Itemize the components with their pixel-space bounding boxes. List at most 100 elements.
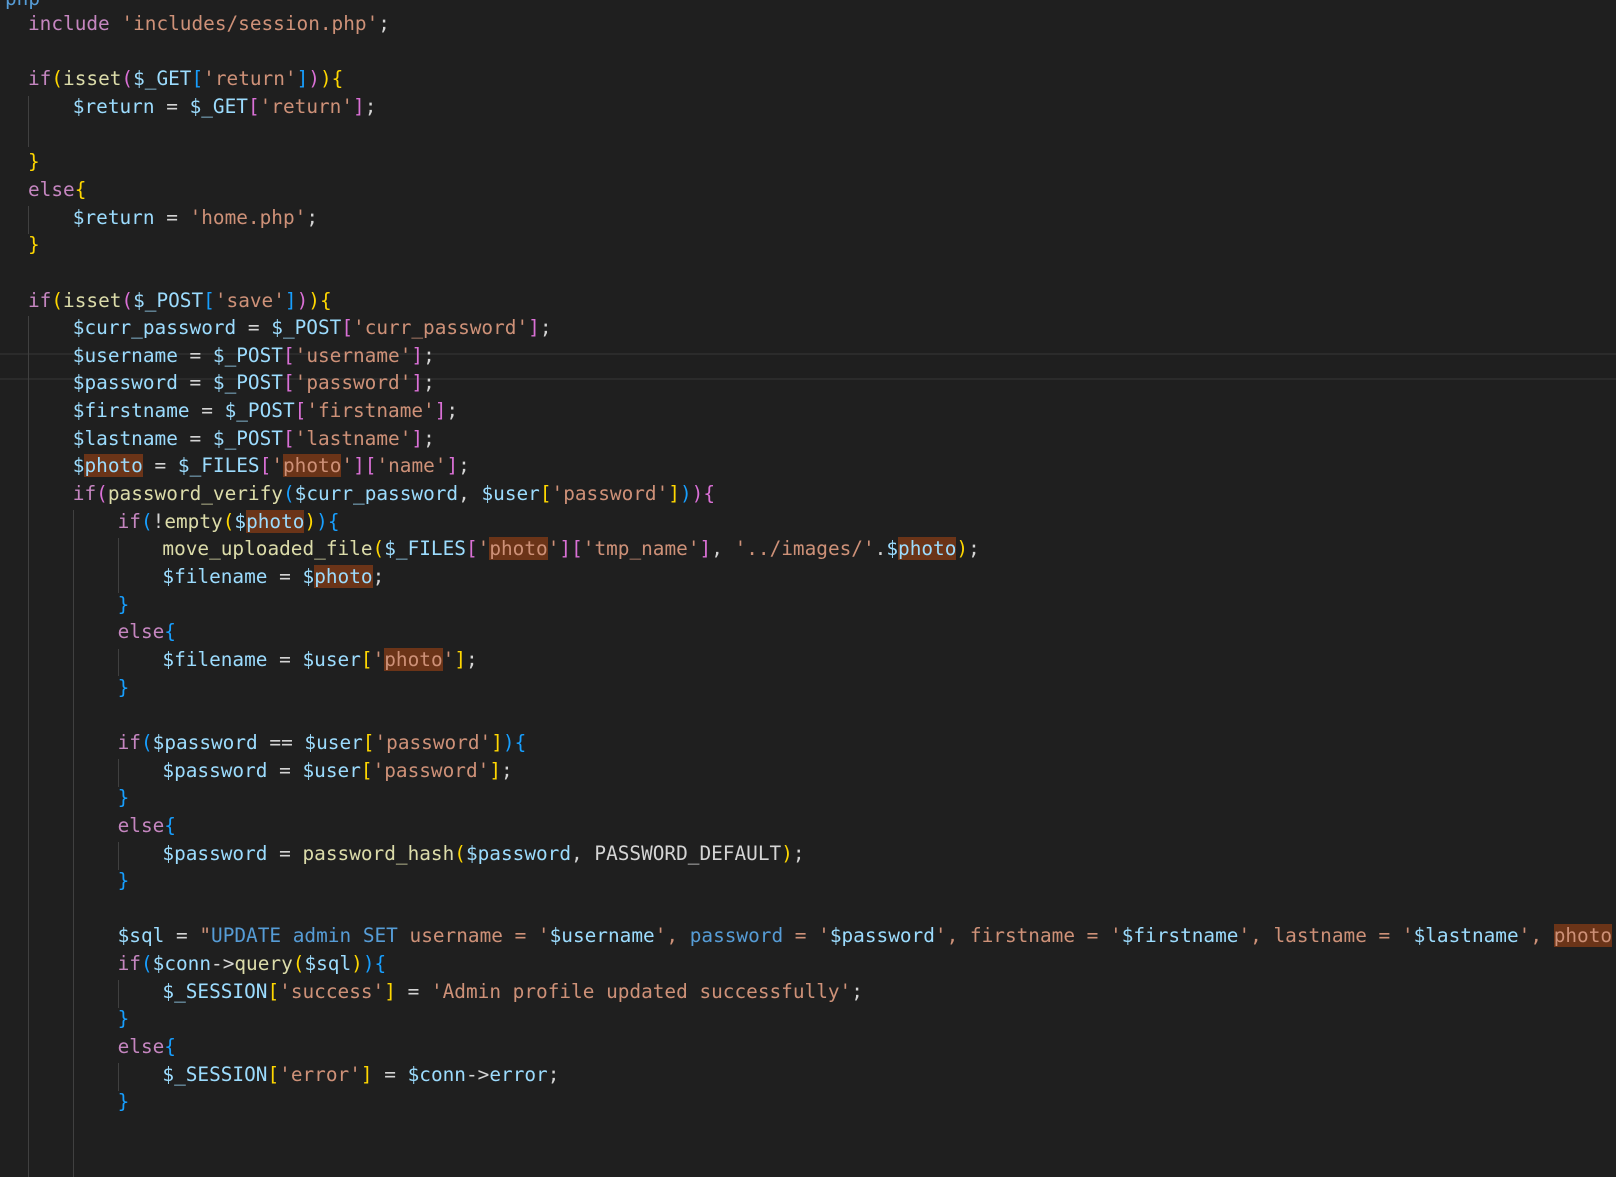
code-token: [ xyxy=(282,371,295,395)
code-token: [ xyxy=(282,343,295,367)
code-line[interactable]: if(!empty($photo)){ xyxy=(118,508,340,536)
code-line[interactable]: $firstname = $_POST['firstname']; xyxy=(73,397,458,425)
code-line[interactable]: $password = password_hash($password, PAS… xyxy=(162,840,804,868)
code-line[interactable]: if(isset($_GET['return'])){ xyxy=(28,65,343,93)
code-token: photo xyxy=(489,537,548,561)
code-line[interactable]: } xyxy=(118,674,130,702)
code-line[interactable]: } xyxy=(118,784,130,812)
code-line[interactable]: $_SESSION['error'] = $conn->error; xyxy=(162,1061,559,1089)
code-line[interactable]: $lastname = $_POST['lastname']; xyxy=(73,425,435,453)
code-line[interactable]: $return = $_GET['return']; xyxy=(73,93,377,121)
code-line[interactable]: if($password == $user['password']){ xyxy=(118,729,527,757)
code-token: '../images/' xyxy=(734,537,875,561)
code-token: $_SESSION xyxy=(162,1062,268,1086)
code-token: ] xyxy=(411,343,424,367)
code-line[interactable]: else{ xyxy=(118,618,176,646)
code-token: ( xyxy=(140,952,153,976)
code-line[interactable]: $filename = $photo; xyxy=(162,563,384,591)
code-token: $_POST xyxy=(212,371,283,395)
code-token: ; xyxy=(968,537,980,561)
code-token: isset xyxy=(63,288,122,312)
code-token: 'password' xyxy=(372,758,490,782)
code-token: SET xyxy=(362,924,398,948)
code-token: 'tmp_name' xyxy=(582,537,700,561)
code-line[interactable]: $filename = $user['photo']; xyxy=(162,646,478,674)
code-line[interactable]: include 'includes/session.php'; xyxy=(28,10,390,38)
code-token: $user xyxy=(481,482,540,506)
code-token: = xyxy=(154,94,190,118)
code-line[interactable]: $username = $_POST['username']; xyxy=(73,342,435,370)
code-token: username = ' xyxy=(397,924,550,948)
code-token: $ xyxy=(302,565,315,588)
code-token: ! xyxy=(152,509,165,533)
code-token: = xyxy=(177,343,213,367)
code-line[interactable]: } xyxy=(28,148,40,176)
code-token: if xyxy=(117,509,141,533)
indent-guide xyxy=(118,538,119,593)
code-line[interactable]: $photo = $_FILES['photo']['name']; xyxy=(73,452,470,480)
code-line[interactable]: $password = $_POST['password']; xyxy=(73,369,435,397)
code-line[interactable]: if(isset($_POST['save'])){ xyxy=(28,287,332,315)
code-token: = xyxy=(177,371,213,395)
code-line[interactable]: if($conn->query($sql)){ xyxy=(118,950,387,978)
code-line[interactable]: } xyxy=(118,1005,130,1033)
code-token: } xyxy=(117,1007,130,1031)
code-token: ] xyxy=(384,979,396,1003)
indent-guide xyxy=(28,96,29,147)
code-line[interactable]: move_uploaded_file($_FILES['photo']['tmp… xyxy=(162,535,980,563)
code-token: else xyxy=(117,620,165,644)
code-line[interactable]: else{ xyxy=(28,176,86,204)
code-token: } xyxy=(117,786,130,810)
code-line[interactable]: } xyxy=(28,231,40,259)
code-token: ) xyxy=(296,288,309,312)
code-line[interactable]: $password = $user['password']; xyxy=(162,757,512,785)
code-line[interactable]: } xyxy=(118,867,130,895)
code-token: ; xyxy=(501,758,513,782)
indent-guide xyxy=(118,842,119,870)
code-token: ] xyxy=(411,371,424,395)
code-token: , xyxy=(711,537,735,561)
code-token: { xyxy=(164,1035,176,1059)
code-line[interactable]: } xyxy=(118,1088,130,1116)
code-token: $_POST xyxy=(271,316,342,340)
code-line[interactable]: $return = 'home.php'; xyxy=(73,204,318,232)
code-token: if xyxy=(28,288,52,312)
code-token: $password xyxy=(162,758,268,782)
code-token: isset xyxy=(63,67,122,91)
code-token: $sql xyxy=(304,952,352,976)
code-token: = xyxy=(154,205,190,229)
code-token: ] xyxy=(454,647,466,671)
code-token: 'password' xyxy=(551,482,669,506)
code-token: " xyxy=(199,924,212,948)
code-token: ; xyxy=(458,454,470,478)
code-token: = xyxy=(395,979,431,1003)
code-line[interactable]: $sql = "UPDATE admin SET username = '$us… xyxy=(118,922,1616,950)
code-token: photo xyxy=(283,454,342,478)
code-token: ' xyxy=(271,454,283,478)
code-line[interactable]: $curr_password = $_POST['curr_password']… xyxy=(73,314,552,342)
code-token: 'Admin profile updated successfully' xyxy=(430,979,852,1003)
code-token: $_POST xyxy=(133,288,204,312)
code-line[interactable]: if(password_verify($curr_password, $user… xyxy=(73,480,715,508)
code-token: ' xyxy=(442,647,455,671)
code-token: $user xyxy=(302,758,361,782)
code-token: 'return' xyxy=(203,67,297,91)
code-token: ; xyxy=(423,371,435,395)
code-editor[interactable]: php include 'includes/session.php';if(is… xyxy=(0,0,1616,1177)
code-token: ; xyxy=(792,841,805,865)
code-token: = xyxy=(267,758,303,782)
indent-guide xyxy=(118,759,119,787)
code-token: } xyxy=(117,675,130,699)
code-line[interactable]: else{ xyxy=(118,1033,176,1061)
code-token: } xyxy=(28,150,40,174)
code-line[interactable]: else{ xyxy=(118,812,176,840)
code-token: $filename xyxy=(162,565,268,588)
code-line[interactable]: } xyxy=(118,591,130,619)
code-token: 'name' xyxy=(376,454,447,478)
code-token: [ xyxy=(362,730,375,754)
code-line[interactable]: $_SESSION['success'] = 'Admin profile up… xyxy=(162,978,863,1006)
code-token: 'save' xyxy=(214,288,285,312)
code-token: ', xyxy=(1518,924,1554,948)
code-token: ' xyxy=(372,647,385,671)
code-token: [ xyxy=(294,399,307,423)
